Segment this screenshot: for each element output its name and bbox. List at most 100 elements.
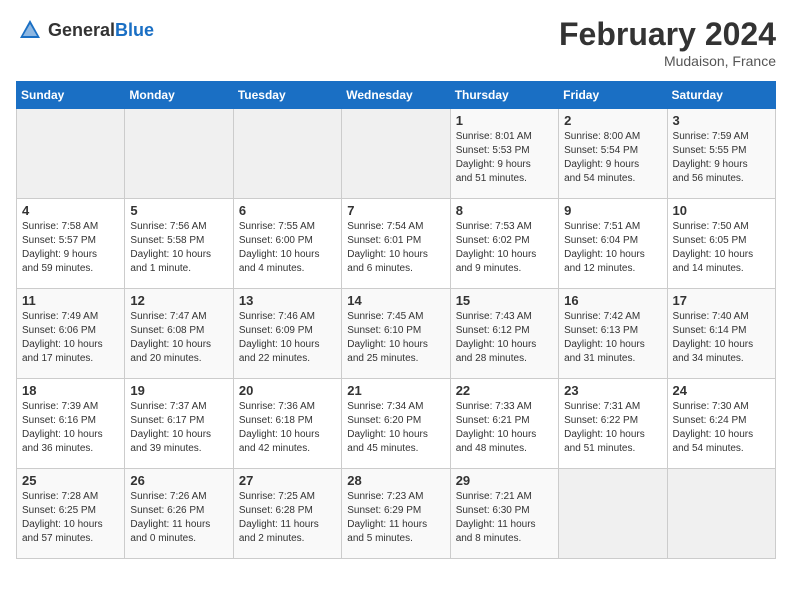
table-row: 22 Sunrise: 7:33 AM Sunset: 6:21 PM Dayli… xyxy=(450,379,558,469)
table-row: 24Sunrise: 7:30 AM Sunset: 6:24 PM Dayli… xyxy=(667,379,775,469)
day-info: Sunrise: 7:25 AM Sunset: 6:28 PM Dayligh… xyxy=(239,490,336,546)
calendar-title: February 2024 xyxy=(559,16,776,53)
col-saturday: Saturday xyxy=(667,82,775,109)
table-row xyxy=(125,109,233,199)
day-number: 10 xyxy=(673,203,770,218)
calendar-header-row: Sunday Monday Tuesday Wednesday Thursday… xyxy=(17,82,776,109)
day-info: Sunrise: 7:46 AM Sunset: 6:09 PM Dayligh… xyxy=(239,310,336,366)
day-number: 17 xyxy=(673,293,770,308)
table-row: 10 Sunrise: 7:50 AM Sunset: 6:05 PM Dayli… xyxy=(667,199,775,289)
day-number: 6 xyxy=(239,203,336,218)
calendar-week-row: 1 Sunrise: 8:01 AM Sunset: 5:53 PM Daylig… xyxy=(17,109,776,199)
day-number: 3 xyxy=(673,113,770,128)
col-monday: Monday xyxy=(125,82,233,109)
day-info: Sunrise: 8:00 AM Sunset: 5:54 PM Dayligh… xyxy=(564,130,661,186)
day-info: Sunrise: 7:36 AM Sunset: 6:18 PM Dayligh… xyxy=(239,400,336,456)
day-info: Sunrise: 7:26 AM Sunset: 6:26 PM Dayligh… xyxy=(130,490,227,546)
day-info: Sunrise: 7:40 AM Sunset: 6:14 PM Dayligh… xyxy=(673,310,770,366)
table-row xyxy=(17,109,125,199)
table-row: 21Sunrise: 7:34 AM Sunset: 6:20 PM Dayli… xyxy=(342,379,450,469)
day-number: 14 xyxy=(347,293,444,308)
table-row: 11 Sunrise: 7:49 AM Sunset: 6:06 PM Dayli… xyxy=(17,289,125,379)
day-number: 19 xyxy=(130,383,227,398)
logo-icon xyxy=(16,16,44,44)
table-row: 25 Sunrise: 7:28 AM Sunset: 6:25 PM Dayli… xyxy=(17,469,125,559)
day-number: 25 xyxy=(22,473,119,488)
day-info: Sunrise: 7:47 AM Sunset: 6:08 PM Dayligh… xyxy=(130,310,227,366)
table-row: 20 Sunrise: 7:36 AM Sunset: 6:18 PM Dayli… xyxy=(233,379,341,469)
col-wednesday: Wednesday xyxy=(342,82,450,109)
table-row: 15Sunrise: 7:43 AM Sunset: 6:12 PM Dayli… xyxy=(450,289,558,379)
day-info: Sunrise: 7:21 AM Sunset: 6:30 PM Dayligh… xyxy=(456,490,553,546)
day-info: Sunrise: 7:58 AM Sunset: 5:57 PM Dayligh… xyxy=(22,220,119,276)
day-number: 2 xyxy=(564,113,661,128)
table-row: 29 Sunrise: 7:21 AM Sunset: 6:30 PM Dayli… xyxy=(450,469,558,559)
day-number: 15 xyxy=(456,293,553,308)
day-info: Sunrise: 7:53 AM Sunset: 6:02 PM Dayligh… xyxy=(456,220,553,276)
day-number: 13 xyxy=(239,293,336,308)
day-info: Sunrise: 7:37 AM Sunset: 6:17 PM Dayligh… xyxy=(130,400,227,456)
day-info: Sunrise: 7:49 AM Sunset: 6:06 PM Dayligh… xyxy=(22,310,119,366)
col-sunday: Sunday xyxy=(17,82,125,109)
day-number: 28 xyxy=(347,473,444,488)
day-info: Sunrise: 7:31 AM Sunset: 6:22 PM Dayligh… xyxy=(564,400,661,456)
table-row: 3 Sunrise: 7:59 AM Sunset: 5:55 PM Daylig… xyxy=(667,109,775,199)
day-number: 8 xyxy=(456,203,553,218)
table-row: 14 Sunrise: 7:45 AM Sunset: 6:10 PM Dayli… xyxy=(342,289,450,379)
table-row: 28 Sunrise: 7:23 AM Sunset: 6:29 PM Dayli… xyxy=(342,469,450,559)
table-row: 12 Sunrise: 7:47 AM Sunset: 6:08 PM Dayli… xyxy=(125,289,233,379)
day-number: 26 xyxy=(130,473,227,488)
day-info: Sunrise: 7:56 AM Sunset: 5:58 PM Dayligh… xyxy=(130,220,227,276)
table-row xyxy=(342,109,450,199)
table-row: 26 Sunrise: 7:26 AM Sunset: 6:26 PM Dayli… xyxy=(125,469,233,559)
day-number: 18 xyxy=(22,383,119,398)
logo-text: GeneralBlue xyxy=(48,20,154,41)
table-row: 13 Sunrise: 7:46 AM Sunset: 6:09 PM Dayli… xyxy=(233,289,341,379)
day-number: 5 xyxy=(130,203,227,218)
day-number: 21 xyxy=(347,383,444,398)
day-info: Sunrise: 7:28 AM Sunset: 6:25 PM Dayligh… xyxy=(22,490,119,546)
calendar-week-row: 18Sunrise: 7:39 AM Sunset: 6:16 PM Dayli… xyxy=(17,379,776,469)
day-info: Sunrise: 7:45 AM Sunset: 6:10 PM Dayligh… xyxy=(347,310,444,366)
day-number: 20 xyxy=(239,383,336,398)
table-row: 4 Sunrise: 7:58 AM Sunset: 5:57 PM Daylig… xyxy=(17,199,125,289)
day-info: Sunrise: 7:51 AM Sunset: 6:04 PM Dayligh… xyxy=(564,220,661,276)
day-number: 29 xyxy=(456,473,553,488)
day-info: Sunrise: 7:23 AM Sunset: 6:29 PM Dayligh… xyxy=(347,490,444,546)
day-number: 22 xyxy=(456,383,553,398)
table-row: 5 Sunrise: 7:56 AM Sunset: 5:58 PM Daylig… xyxy=(125,199,233,289)
table-row xyxy=(559,469,667,559)
table-row: 9 Sunrise: 7:51 AM Sunset: 6:04 PM Daylig… xyxy=(559,199,667,289)
day-info: Sunrise: 7:50 AM Sunset: 6:05 PM Dayligh… xyxy=(673,220,770,276)
table-row: 2 Sunrise: 8:00 AM Sunset: 5:54 PM Daylig… xyxy=(559,109,667,199)
day-info: Sunrise: 7:54 AM Sunset: 6:01 PM Dayligh… xyxy=(347,220,444,276)
table-row: 6 Sunrise: 7:55 AM Sunset: 6:00 PM Daylig… xyxy=(233,199,341,289)
day-info: Sunrise: 7:42 AM Sunset: 6:13 PM Dayligh… xyxy=(564,310,661,366)
table-row xyxy=(233,109,341,199)
logo: GeneralBlue xyxy=(16,16,154,44)
day-info: Sunrise: 8:01 AM Sunset: 5:53 PM Dayligh… xyxy=(456,130,553,186)
col-tuesday: Tuesday xyxy=(233,82,341,109)
day-number: 11 xyxy=(22,293,119,308)
day-number: 16 xyxy=(564,293,661,308)
table-row: 23Sunrise: 7:31 AM Sunset: 6:22 PM Dayli… xyxy=(559,379,667,469)
day-number: 1 xyxy=(456,113,553,128)
col-friday: Friday xyxy=(559,82,667,109)
day-info: Sunrise: 7:33 AM Sunset: 6:21 PM Dayligh… xyxy=(456,400,553,456)
page-header: GeneralBlue February 2024 Mudaison, Fran… xyxy=(16,16,776,69)
day-info: Sunrise: 7:55 AM Sunset: 6:00 PM Dayligh… xyxy=(239,220,336,276)
col-thursday: Thursday xyxy=(450,82,558,109)
title-block: February 2024 Mudaison, France xyxy=(559,16,776,69)
day-number: 12 xyxy=(130,293,227,308)
day-info: Sunrise: 7:59 AM Sunset: 5:55 PM Dayligh… xyxy=(673,130,770,186)
table-row: 18Sunrise: 7:39 AM Sunset: 6:16 PM Dayli… xyxy=(17,379,125,469)
table-row: 19 Sunrise: 7:37 AM Sunset: 6:17 PM Dayli… xyxy=(125,379,233,469)
table-row: 16 Sunrise: 7:42 AM Sunset: 6:13 PM Dayli… xyxy=(559,289,667,379)
day-number: 9 xyxy=(564,203,661,218)
day-number: 7 xyxy=(347,203,444,218)
calendar-week-row: 25 Sunrise: 7:28 AM Sunset: 6:25 PM Dayli… xyxy=(17,469,776,559)
day-number: 4 xyxy=(22,203,119,218)
day-info: Sunrise: 7:30 AM Sunset: 6:24 PM Dayligh… xyxy=(673,400,770,456)
table-row: 1 Sunrise: 8:01 AM Sunset: 5:53 PM Daylig… xyxy=(450,109,558,199)
calendar-week-row: 4 Sunrise: 7:58 AM Sunset: 5:57 PM Daylig… xyxy=(17,199,776,289)
